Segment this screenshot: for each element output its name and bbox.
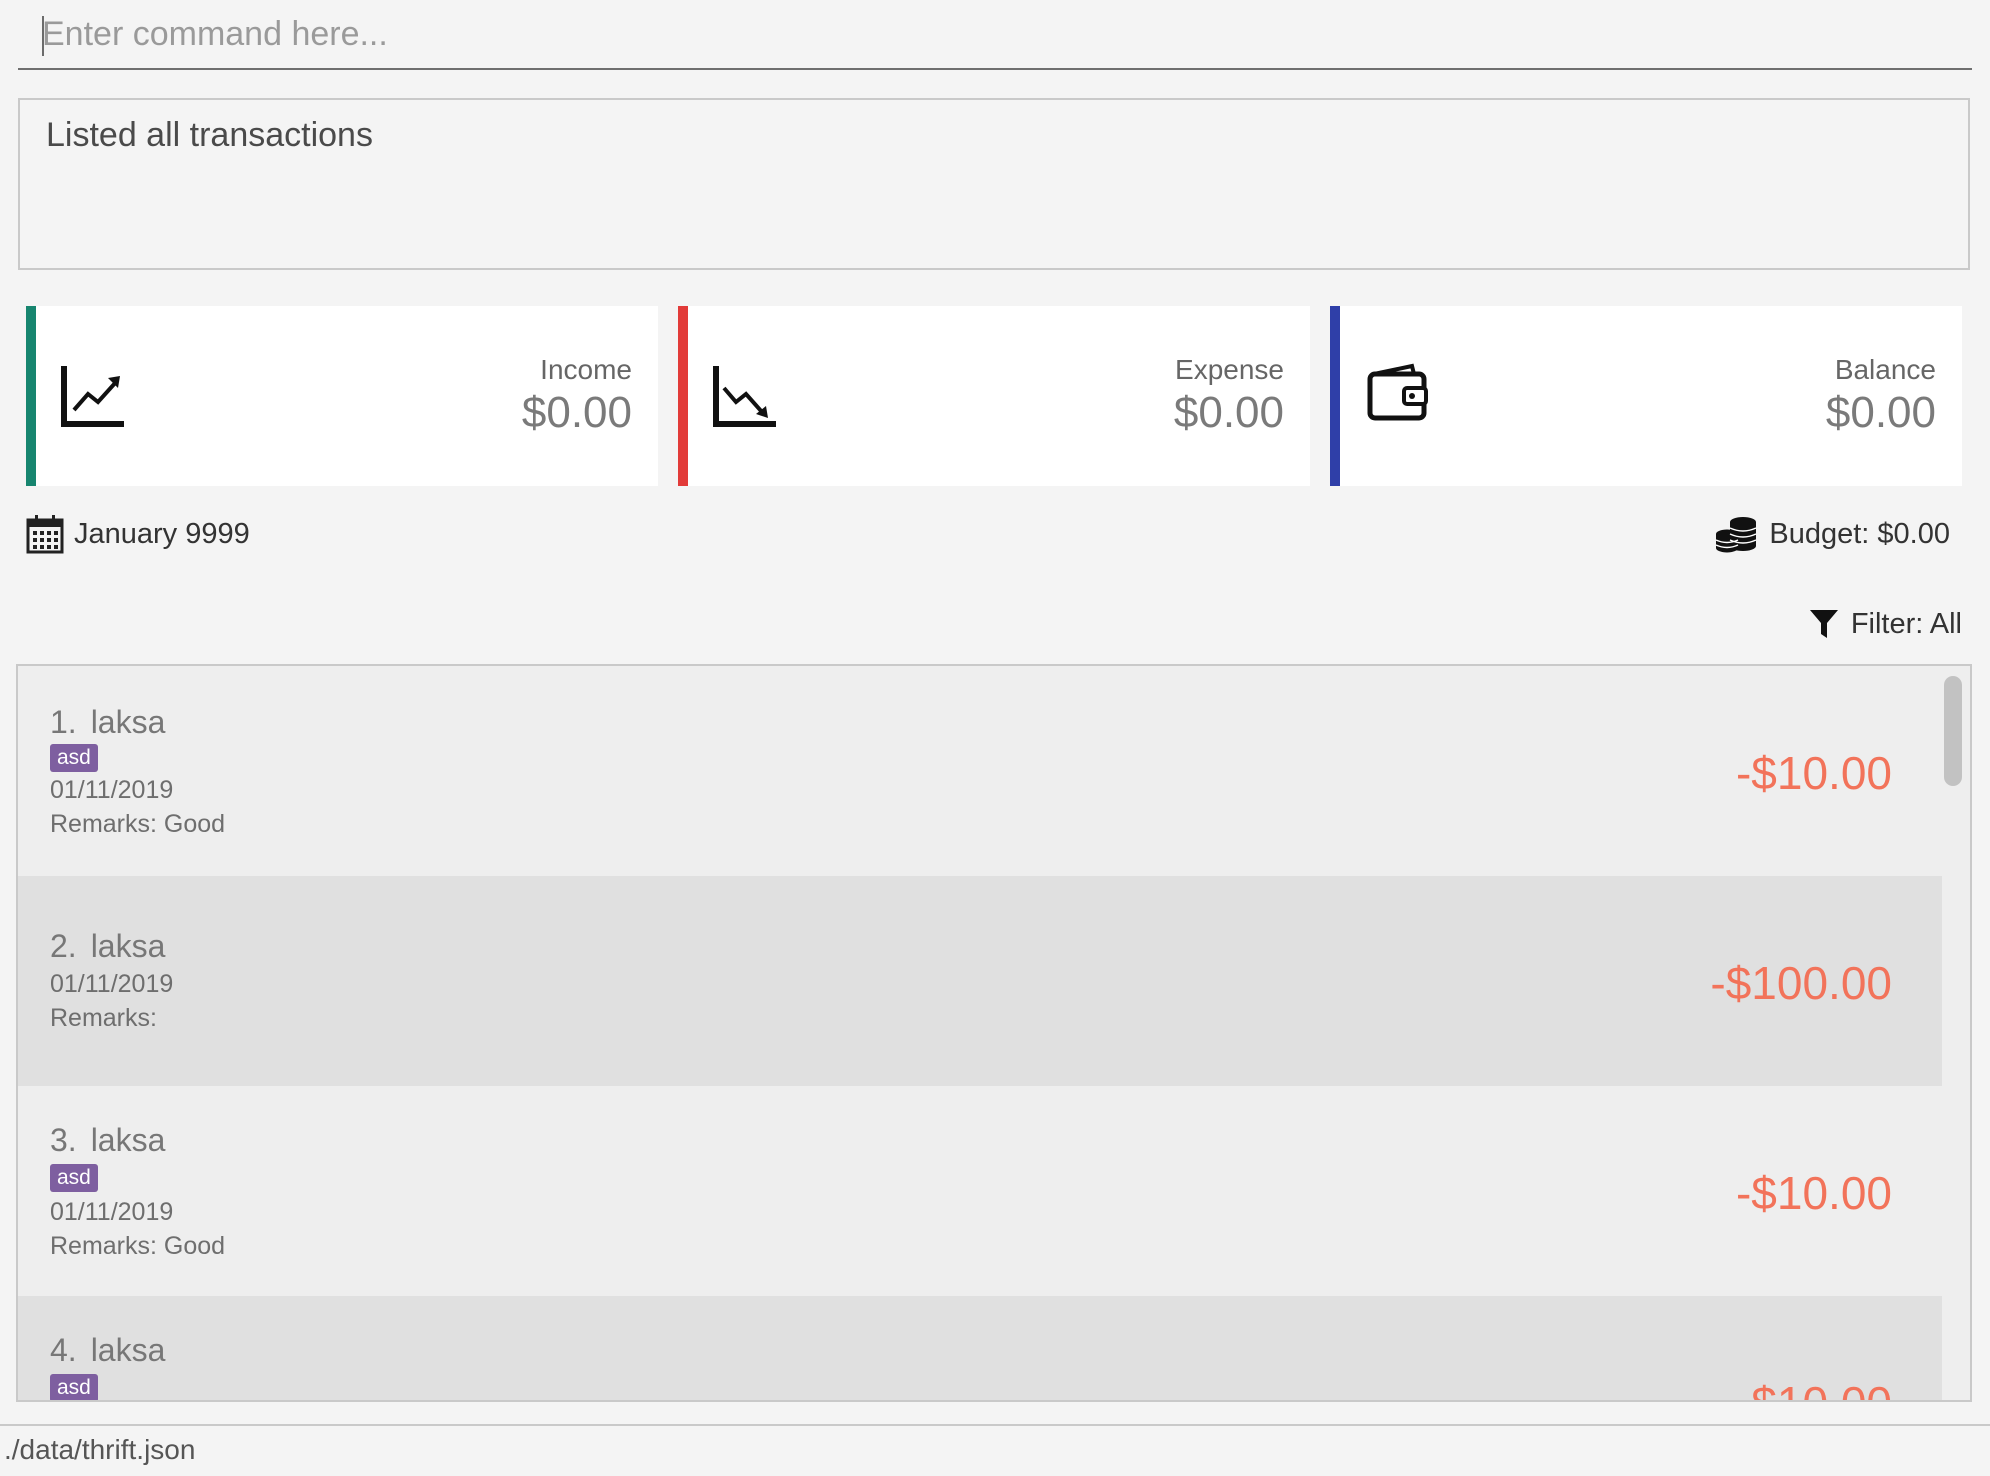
- command-input[interactable]: [40, 0, 1942, 68]
- trend-down-icon: [713, 366, 776, 427]
- transaction-date: 01/11/2019: [50, 776, 174, 804]
- command-box[interactable]: [18, 0, 1972, 70]
- transaction-list[interactable]: 1. laksa asd 01/11/2019 Remarks: Good -$1…: [16, 664, 1972, 1402]
- transaction-date: 01/11/2019: [50, 970, 174, 998]
- transaction-index: 3.: [50, 1122, 77, 1158]
- transaction-amount: -$10.00: [1735, 747, 1892, 799]
- transaction-index: 2.: [50, 928, 77, 964]
- transaction-name: laksa: [90, 1122, 166, 1158]
- scrollbar-thumb[interactable]: [1944, 676, 1962, 786]
- transaction-amount: -$100.00: [1710, 957, 1892, 1009]
- transaction-amount: -$10.00: [1735, 1167, 1892, 1219]
- transaction-name: laksa: [90, 704, 166, 740]
- expense-card: Expense $0.00: [678, 306, 1310, 486]
- transaction-remarks: Remarks:: [50, 1004, 157, 1032]
- income-accent-bar: [26, 306, 36, 486]
- filter-label: Filter: All: [1850, 607, 1962, 640]
- transaction-title: 3. laksa: [50, 1122, 165, 1159]
- budget-display: Budget: $0.00: [1715, 512, 1950, 556]
- transaction-name: laksa: [90, 1332, 166, 1368]
- transaction-remarks: Remarks: Good: [50, 1232, 226, 1260]
- transaction-title: 2. laksa: [50, 928, 165, 965]
- balance-value: $0.00: [1825, 388, 1936, 437]
- budget-label: Budget: $0.00: [1769, 517, 1950, 550]
- transaction-name: laksa: [90, 928, 166, 964]
- trend-up-icon: [61, 366, 124, 427]
- current-month: January 9999: [26, 512, 250, 556]
- balance-card: Balance $0.00: [1330, 306, 1962, 486]
- transaction-title: 1. laksa: [50, 704, 165, 741]
- transaction-index: 4.: [50, 1332, 77, 1368]
- transaction-remarks: Remarks: Good: [50, 810, 226, 838]
- transaction-title: 4. laksa: [50, 1332, 165, 1369]
- month-label: January 9999: [74, 517, 250, 550]
- transaction-amount: -$10.00: [1736, 1376, 1892, 1400]
- status-bar: ./data/thrift.json: [0, 1424, 1990, 1476]
- balance-accent-bar: [1330, 306, 1340, 486]
- transaction-row[interactable]: 2. laksa 01/11/2019 Remarks: -$100.00: [18, 876, 1942, 1086]
- transaction-tag: asd: [50, 1374, 98, 1400]
- calendar-icon: [26, 515, 64, 554]
- transaction-row[interactable]: 1. laksa asd 01/11/2019 Remarks: Good -$1…: [18, 666, 1942, 876]
- wallet-icon: [1367, 363, 1428, 421]
- expense-value: $0.00: [1173, 388, 1284, 437]
- transaction-row[interactable]: 4. laksa asd -$10.00: [18, 1296, 1942, 1400]
- income-label: Income: [540, 354, 632, 385]
- transaction-date: 01/11/2019: [50, 1198, 174, 1226]
- funnel-icon: [1809, 610, 1838, 638]
- filter-display[interactable]: Filter: All: [1809, 604, 1962, 644]
- expense-accent-bar: [678, 306, 688, 486]
- income-value: $0.00: [521, 388, 632, 437]
- expense-label: Expense: [1175, 354, 1284, 385]
- coins-icon: [1716, 517, 1757, 553]
- balance-label: Balance: [1834, 354, 1936, 385]
- result-display: Listed all transactions: [18, 98, 1970, 270]
- transaction-row[interactable]: 3. laksa asd 01/11/2019 Remarks: Good -$1…: [18, 1086, 1942, 1296]
- transaction-tag: asd: [50, 744, 98, 772]
- transaction-tag: asd: [50, 1164, 98, 1192]
- transaction-index: 1.: [50, 704, 77, 740]
- income-card: Income $0.00: [26, 306, 658, 486]
- result-message: Listed all transactions: [46, 116, 373, 154]
- data-file-path: ./data/thrift.json: [4, 1434, 196, 1465]
